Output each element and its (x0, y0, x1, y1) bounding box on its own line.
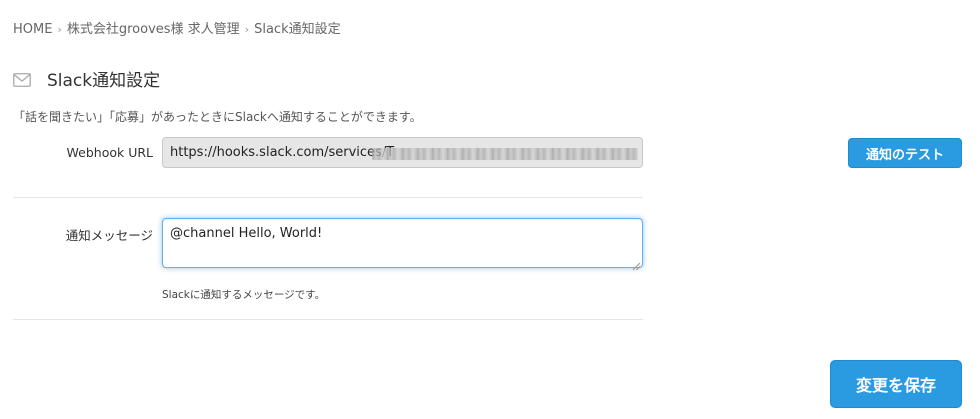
resize-grip-icon[interactable] (631, 256, 641, 271)
notification-message-help: Slackに通知するメッセージです。 (162, 289, 326, 301)
page-description: 「話を聞きたい」「応募」があったときにSlackへ通知することができます。 (13, 110, 422, 124)
breadcrumb-separator: › (244, 23, 250, 36)
notification-message-textarea[interactable]: @channel Hello, World! (162, 218, 643, 268)
breadcrumb-current: Slack通知設定 (254, 22, 341, 37)
webhook-url-label: Webhook URL (66, 145, 153, 160)
divider (13, 319, 643, 320)
divider (13, 197, 643, 198)
redacted-token (372, 148, 638, 160)
save-changes-button[interactable]: 変更を保存 (830, 360, 962, 408)
notification-message-label: 通知メッセージ (65, 228, 153, 243)
breadcrumb-home-link[interactable]: HOME (13, 22, 52, 37)
page-title: Slack通知設定 (47, 71, 161, 91)
page-header: Slack通知設定 (13, 66, 160, 91)
breadcrumb-separator: › (57, 23, 62, 36)
breadcrumb: HOME › 株式会社grooves様 求人管理 › Slack通知設定 (13, 18, 341, 37)
breadcrumb-job-management-link[interactable]: 株式会社grooves様 求人管理 (67, 22, 240, 37)
test-notification-button[interactable]: 通知のテスト (848, 138, 962, 168)
envelope-icon (13, 72, 31, 87)
